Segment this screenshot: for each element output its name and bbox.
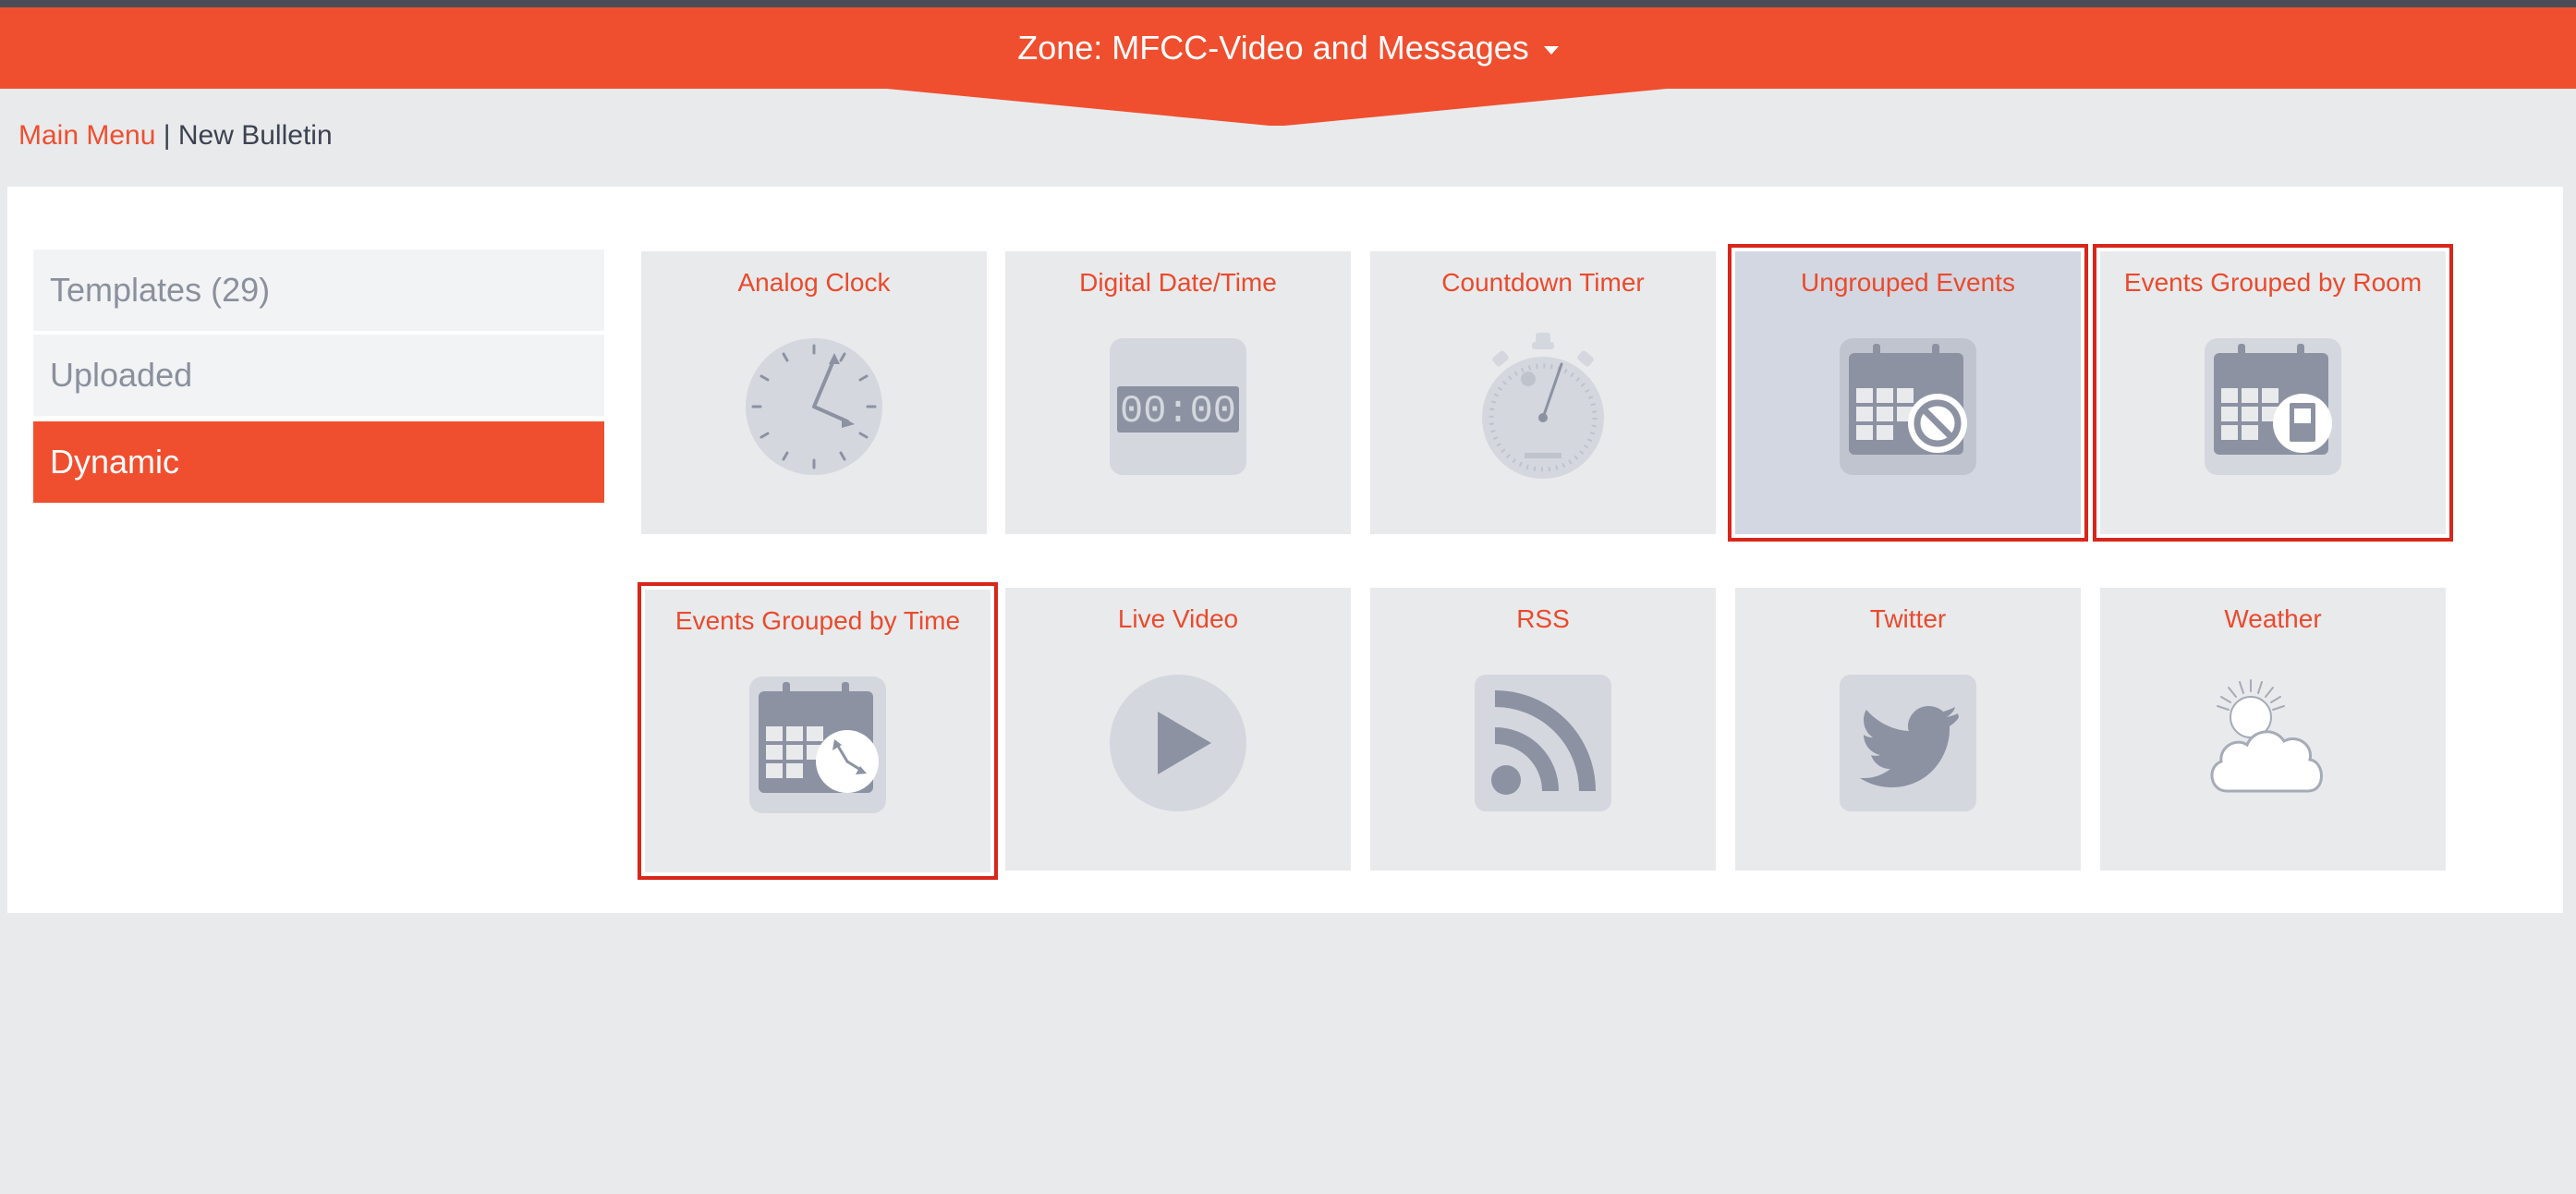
sidebar-item-label: Dynamic xyxy=(50,443,180,481)
tile-weather[interactable]: Weather xyxy=(2100,588,2446,871)
caret-down-icon xyxy=(1543,45,1559,55)
banner-tab-shape xyxy=(887,87,1667,126)
sidebar-item-label: Uploaded xyxy=(50,356,193,394)
analog-clock-icon xyxy=(746,338,882,475)
twitter-bird-icon xyxy=(1840,675,1976,811)
tile-events-grouped-by-room[interactable]: Events Grouped by Room xyxy=(2093,244,2453,542)
digital-display-text: 00:00 xyxy=(1120,389,1236,433)
tile-rss[interactable]: RSS xyxy=(1370,588,1716,871)
tile-title: Countdown Timer xyxy=(1441,268,1645,297)
breadcrumb-main-menu-link[interactable]: Main Menu xyxy=(18,120,155,151)
tile-live-video[interactable]: Live Video xyxy=(1005,588,1351,871)
tile-title: Analog Clock xyxy=(737,268,891,297)
tile-digital-datetime[interactable]: Digital Date/Time 00:00 xyxy=(1005,251,1351,534)
tile-analog-clock[interactable]: Analog Clock xyxy=(641,251,987,534)
sidebar-item-label: Templates (29) xyxy=(50,271,271,309)
play-icon xyxy=(1110,675,1246,811)
zone-selector[interactable]: Zone: MFCC-Video and Messages xyxy=(0,7,2576,89)
tile-ungrouped-events[interactable]: Ungrouped Events xyxy=(1728,244,2088,542)
tile-title: Ungrouped Events xyxy=(1801,268,2015,297)
tile-countdown-timer[interactable]: Countdown Timer xyxy=(1370,251,1716,534)
tile-title: Twitter xyxy=(1869,604,1947,633)
sun-cloud-icon xyxy=(2210,679,2323,793)
tile-events-grouped-by-time[interactable]: Events Grouped by Time xyxy=(638,582,998,880)
tile-title: RSS xyxy=(1516,604,1570,633)
tile-twitter[interactable]: Twitter xyxy=(1735,588,2081,871)
sidebar-item-templates[interactable]: Templates (29) xyxy=(33,250,604,331)
tile-title: Digital Date/Time xyxy=(1079,268,1277,297)
calendar-clock-icon xyxy=(749,676,886,813)
digital-clock-icon: 00:00 xyxy=(1110,338,1246,475)
top-strip xyxy=(0,0,2576,7)
rss-icon xyxy=(1475,675,1611,811)
tile-title: Events Grouped by Time xyxy=(674,606,961,635)
calendar-door-icon xyxy=(2205,338,2341,475)
tile-title: Live Video xyxy=(1117,604,1239,633)
zone-title-label: Zone: MFCC-Video and Messages xyxy=(1017,29,1529,67)
breadcrumb-separator: | xyxy=(163,120,171,151)
sidebar-item-dynamic[interactable]: Dynamic xyxy=(33,421,604,503)
breadcrumb: Main Menu | New Bulletin xyxy=(18,120,333,152)
sidebar-item-uploaded[interactable]: Uploaded xyxy=(33,335,604,416)
calendar-prohibited-icon xyxy=(1840,338,1976,475)
tile-title: Weather xyxy=(2224,604,2322,633)
breadcrumb-current: New Bulletin xyxy=(177,120,333,151)
tile-title: Events Grouped by Room xyxy=(2123,268,2423,297)
stopwatch-icon xyxy=(1482,333,1604,479)
